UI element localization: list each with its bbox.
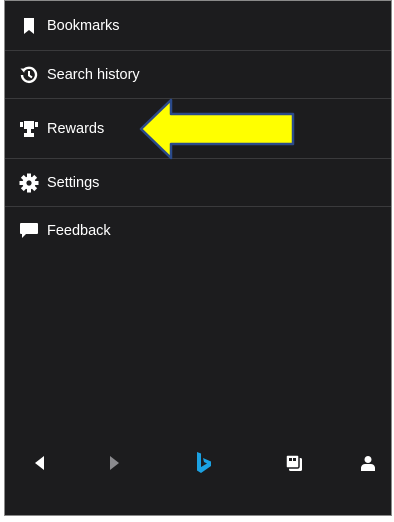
tabs-icon bbox=[285, 454, 302, 471]
menu-item-label: Feedback bbox=[47, 223, 111, 239]
bing-home-button[interactable] bbox=[190, 449, 218, 477]
menu-item-settings[interactable]: Settings bbox=[5, 159, 391, 207]
bookmark-icon bbox=[19, 16, 39, 36]
person-icon bbox=[361, 456, 375, 471]
menu-item-feedback[interactable]: Feedback bbox=[5, 207, 391, 255]
menu-item-label: Settings bbox=[47, 174, 100, 191]
bing-logo-icon bbox=[197, 452, 211, 473]
chat-bubble-icon bbox=[19, 221, 39, 241]
trophy-icon bbox=[19, 119, 39, 139]
bottom-navigation-bar bbox=[5, 429, 391, 515]
annotation-arrow-icon bbox=[139, 98, 295, 160]
menu-item-label: Rewards bbox=[47, 120, 105, 137]
menu-item-label: Bookmarks bbox=[47, 17, 120, 34]
back-button[interactable] bbox=[26, 449, 54, 477]
forward-button[interactable] bbox=[100, 449, 128, 477]
history-icon bbox=[19, 65, 39, 85]
gear-icon bbox=[19, 173, 39, 193]
app-screen: Bookmarks Search history Rewards Setting… bbox=[4, 0, 392, 516]
tabs-button[interactable] bbox=[280, 449, 308, 477]
menu-item-bookmarks[interactable]: Bookmarks bbox=[5, 1, 391, 51]
profile-button[interactable] bbox=[354, 449, 382, 477]
back-triangle-icon bbox=[35, 456, 44, 470]
forward-triangle-icon bbox=[110, 456, 119, 470]
menu-item-label: Search history bbox=[47, 66, 140, 83]
menu-item-search-history[interactable]: Search history bbox=[5, 51, 391, 99]
